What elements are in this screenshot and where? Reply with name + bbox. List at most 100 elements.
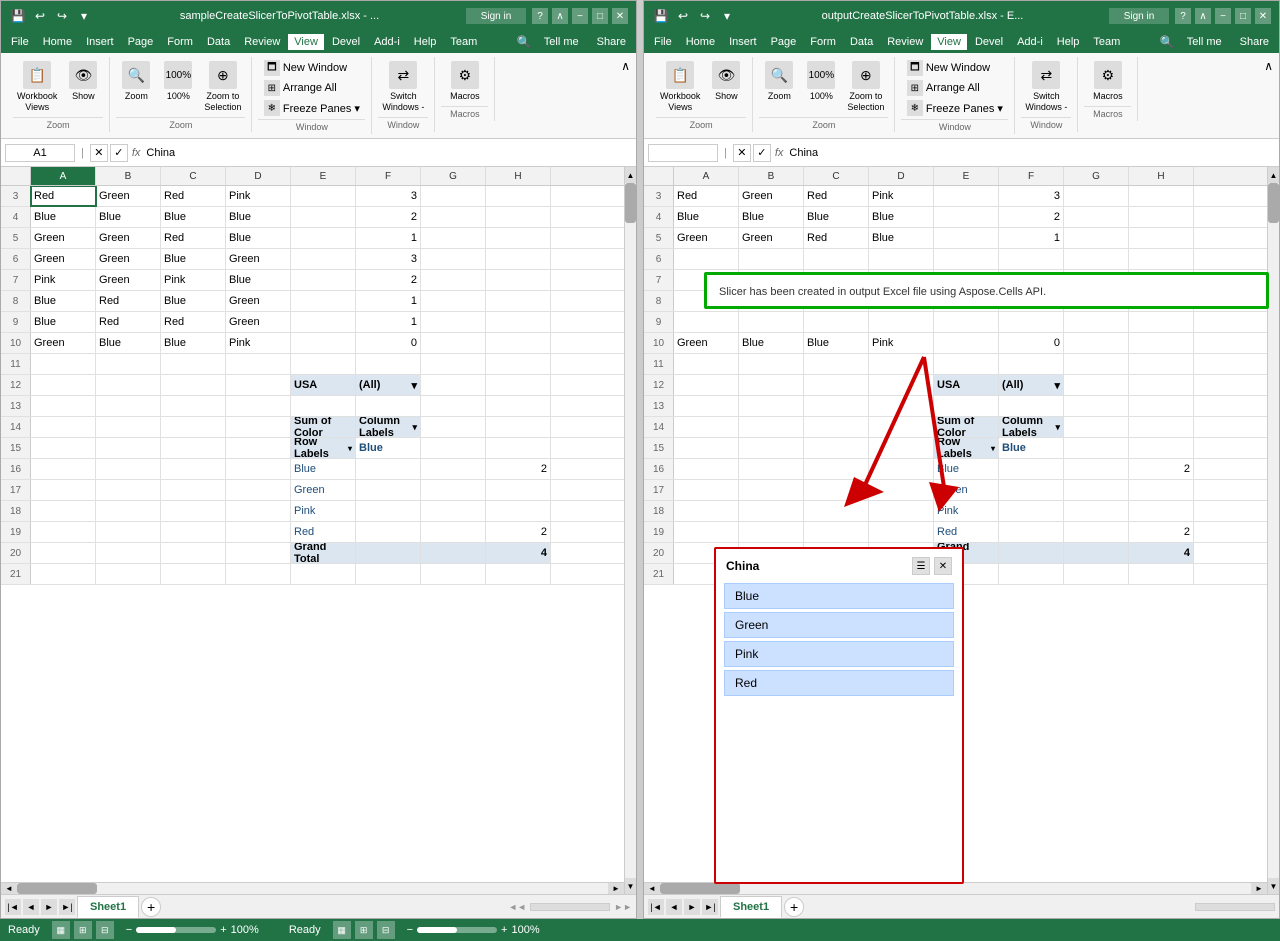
right-cell-e18[interactable]: Pink xyxy=(934,501,999,521)
left-col-f[interactable]: F xyxy=(356,167,421,185)
right-cell-c10[interactable]: Blue xyxy=(804,333,869,353)
right-menu-view[interactable]: View xyxy=(931,34,967,50)
left-cell-g19[interactable] xyxy=(421,522,486,542)
slicer-multiselect-icon[interactable]: ☰ xyxy=(912,557,930,575)
right-switch-windows-button[interactable]: ⇄ SwitchWindows - xyxy=(1021,59,1071,115)
right-close-icon[interactable]: ✕ xyxy=(1255,8,1271,24)
left-cell-g8[interactable] xyxy=(421,291,486,311)
right-cell-f15[interactable]: Blue xyxy=(999,438,1064,458)
right-cell-f5[interactable]: 1 xyxy=(999,228,1064,248)
left-cell-a13[interactable] xyxy=(31,396,96,416)
right-cell-d17[interactable] xyxy=(869,480,934,500)
left-cell-f8[interactable]: 1 xyxy=(356,291,421,311)
left-cell-d19[interactable] xyxy=(226,522,291,542)
right-normal-view-icon[interactable]: ▦ xyxy=(333,921,351,939)
right-cell-g9[interactable] xyxy=(1064,312,1129,332)
right-cell-h4[interactable] xyxy=(1129,207,1194,227)
left-cell-b4[interactable]: Blue xyxy=(96,207,161,227)
left-cell-h6[interactable] xyxy=(486,249,551,269)
right-sheet1-tab[interactable]: Sheet1 xyxy=(720,896,782,918)
slicer-item-green[interactable]: Green xyxy=(724,612,954,638)
left-col-a[interactable]: A xyxy=(31,167,96,185)
left-zoom-plus-icon[interactable]: + xyxy=(220,924,226,936)
left-cell-h9[interactable] xyxy=(486,312,551,332)
left-cell-c7[interactable]: Pink xyxy=(161,270,226,290)
left-cell-d15[interactable] xyxy=(226,438,291,458)
left-cell-e9[interactable] xyxy=(291,312,356,332)
right-tell-me[interactable]: Tell me xyxy=(1181,34,1228,50)
right-zoom-button[interactable]: 🔍 Zoom xyxy=(759,59,799,104)
left-cell-c9[interactable]: Red xyxy=(161,312,226,332)
left-cell-b15[interactable] xyxy=(96,438,161,458)
right-menu-team[interactable]: Team xyxy=(1087,34,1126,50)
right-cell-g6[interactable] xyxy=(1064,249,1129,269)
left-cell-a11[interactable] xyxy=(31,354,96,374)
left-menu-help[interactable]: Help xyxy=(408,34,443,50)
right-cell-a12[interactable] xyxy=(674,375,739,395)
right-cell-e17[interactable]: Green xyxy=(934,480,999,500)
left-cell-h13[interactable] xyxy=(486,396,551,416)
left-cell-d16[interactable] xyxy=(226,459,291,479)
left-cell-g18[interactable] xyxy=(421,501,486,521)
left-cell-c21[interactable] xyxy=(161,564,226,584)
left-v-scroll-up[interactable]: ▲ xyxy=(625,167,636,183)
left-confirm-formula-button[interactable]: ✓ xyxy=(110,144,128,162)
left-cell-b13[interactable] xyxy=(96,396,161,416)
left-cell-c15[interactable] xyxy=(161,438,226,458)
left-cell-b8[interactable]: Red xyxy=(96,291,161,311)
left-cell-c8[interactable]: Blue xyxy=(161,291,226,311)
right-sheet-first-icon[interactable]: |◄ xyxy=(648,899,664,915)
left-cell-g4[interactable] xyxy=(421,207,486,227)
left-cell-g3[interactable] xyxy=(421,186,486,206)
left-cell-g20[interactable] xyxy=(421,543,486,563)
right-cell-d5[interactable]: Blue xyxy=(869,228,934,248)
right-cell-d14[interactable] xyxy=(869,417,934,437)
left-cell-f14[interactable]: Column Labels ▾ xyxy=(356,417,421,437)
left-macros-button[interactable]: ⚙ Macros xyxy=(445,59,485,104)
right-cell-f6[interactable] xyxy=(999,249,1064,269)
right-cell-h20[interactable]: 4 xyxy=(1129,543,1194,563)
left-cell-d11[interactable] xyxy=(226,354,291,374)
left-cell-h16[interactable]: 2 xyxy=(486,459,551,479)
left-cell-d17[interactable] xyxy=(226,480,291,500)
right-cell-h17[interactable] xyxy=(1129,480,1194,500)
right-menu-review[interactable]: Review xyxy=(881,34,929,50)
left-menu-page[interactable]: Page xyxy=(122,34,160,50)
left-cell-d9[interactable]: Green xyxy=(226,312,291,332)
right-page-break-icon[interactable]: ⊟ xyxy=(377,921,395,939)
left-menu-view[interactable]: View xyxy=(288,34,324,50)
right-h-scroll-left[interactable]: ◄ xyxy=(644,883,660,894)
left-cell-e11[interactable] xyxy=(291,354,356,374)
left-col-b[interactable]: B xyxy=(96,167,161,185)
left-cell-e21[interactable] xyxy=(291,564,356,584)
right-cell-b14[interactable] xyxy=(739,417,804,437)
left-cell-e15[interactable]: Row Labels▾ xyxy=(291,438,356,458)
right-cell-e13[interactable] xyxy=(934,396,999,416)
left-cell-b16[interactable] xyxy=(96,459,161,479)
left-cell-b5[interactable]: Green xyxy=(96,228,161,248)
right-cell-b19[interactable] xyxy=(739,522,804,542)
right-cell-e12[interactable]: USA xyxy=(934,375,999,395)
left-cell-g15[interactable] xyxy=(421,438,486,458)
right-cell-g14[interactable] xyxy=(1064,417,1129,437)
left-cell-f17[interactable] xyxy=(356,480,421,500)
left-cell-c3[interactable]: Red xyxy=(161,186,226,206)
left-sheet-next-icon[interactable]: ► xyxy=(41,899,57,915)
right-cell-g21[interactable] xyxy=(1064,564,1129,584)
right-col-d[interactable]: D xyxy=(869,167,934,185)
right-menu-home[interactable]: Home xyxy=(680,34,721,50)
right-add-sheet-button[interactable]: + xyxy=(784,897,804,917)
right-cell-f16[interactable] xyxy=(999,459,1064,479)
left-cell-e14[interactable]: Sum of Color xyxy=(291,417,356,437)
right-cell-d19[interactable] xyxy=(869,522,934,542)
right-cell-a15[interactable] xyxy=(674,438,739,458)
right-cell-e4[interactable] xyxy=(934,207,999,227)
right-cell-c4[interactable]: Blue xyxy=(804,207,869,227)
right-v-scroll-down[interactable]: ▼ xyxy=(1268,878,1279,894)
right-cell-c9[interactable] xyxy=(804,312,869,332)
left-cell-h20[interactable]: 4 xyxy=(486,543,551,563)
right-new-window-button[interactable]: 🗖 New Window xyxy=(903,59,994,77)
right-cell-h12[interactable] xyxy=(1129,375,1194,395)
right-cell-h10[interactable] xyxy=(1129,333,1194,353)
left-cell-a21[interactable] xyxy=(31,564,96,584)
